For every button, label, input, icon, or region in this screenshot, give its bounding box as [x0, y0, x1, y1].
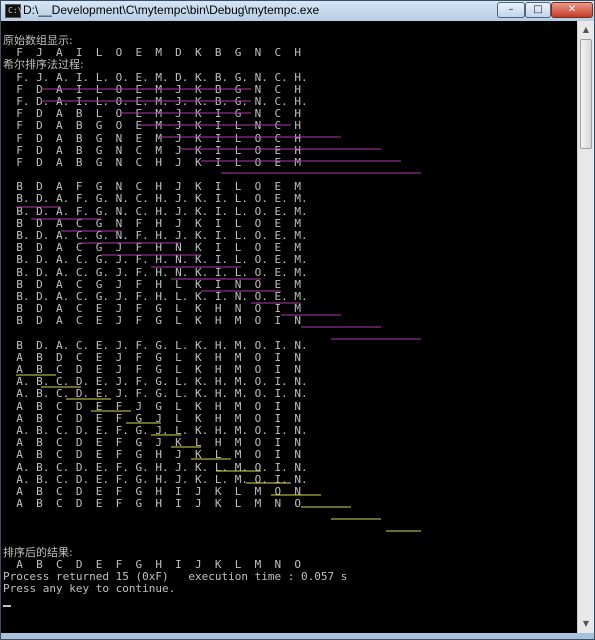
- title-bar[interactable]: C:\ D:\__Development\C\mytempc\bin\Debug…: [1, 1, 594, 21]
- console-text: 原始数组显示: F J A I L O E M D K B G N C H 希尔排…: [3, 34, 347, 596]
- console-line: F D A B G O E M J K I L N C H: [3, 119, 302, 133]
- minimize-button[interactable]: –: [497, 2, 525, 18]
- scroll-up-arrow-icon[interactable]: ▲: [580, 23, 592, 37]
- console-output[interactable]: 原始数组显示: F J A I L O E M D K B G N C H 希尔排…: [1, 21, 577, 633]
- console-line: A. B. C. D. E. J. F. G. L. K. H. M. O. I…: [3, 387, 308, 401]
- vertical-scrollbar[interactable]: ▲ ▼: [577, 21, 594, 633]
- text-cursor: [3, 605, 11, 607]
- console-line: A. B. C. D. E. F. G. H. J. K. L. M. O. I…: [3, 460, 308, 474]
- window-title: D:\__Development\C\mytempc\bin\Debug\myt…: [23, 3, 320, 17]
- console-line: A B C D E F G H I J K L M N O: [3, 497, 302, 511]
- maximize-button[interactable]: □: [525, 2, 551, 18]
- close-button[interactable]: ✕: [551, 2, 593, 18]
- console-line: B. D. A. C. G. J. F. H. N. K. I. L. O. E…: [3, 253, 308, 267]
- console-line: B. D. A. F. G. N. C. H. J. K. I. L. O. E…: [3, 192, 308, 206]
- console-app-icon[interactable]: C:\: [5, 4, 22, 18]
- console-line: A B C D E F G H J K L M O I N: [3, 448, 302, 462]
- console-line: F. J. A. I. L. O. E. M. D. K. B. G. N. C…: [3, 70, 308, 84]
- console-line: B D A C E J F G L K H M O I N: [3, 314, 302, 328]
- console-line: A B C D E F J G L K H M O I N: [3, 399, 302, 413]
- console-line: 希尔排序法过程:: [3, 58, 84, 72]
- console-line: B. D. A. C. G. J. F. H. N. K. I. L. O. E…: [3, 265, 308, 279]
- console-line: F D A B G N C H J K I L O E M: [3, 155, 302, 169]
- console-line: Press any key to continue.: [3, 582, 176, 596]
- console-line: F D A B G N E M J K I L O C H: [3, 131, 302, 145]
- scroll-down-arrow-icon[interactable]: ▼: [580, 617, 592, 631]
- console-window: C:\ D:\__Development\C\mytempc\bin\Debug…: [0, 0, 595, 640]
- console-line: B. D. A. F. G. N. C. H. J. K. I. L. O. E…: [3, 204, 308, 218]
- scroll-thumb[interactable]: [580, 39, 592, 149]
